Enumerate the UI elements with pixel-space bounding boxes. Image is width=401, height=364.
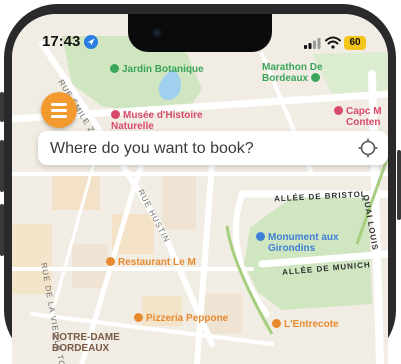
poi-musee-histoire-naturelle[interactable]: Musée d'Histoire Naturelle (111, 110, 203, 132)
phone-power-button (397, 150, 401, 220)
park-icon (310, 73, 320, 82)
park-icon (110, 64, 119, 73)
locate-crosshair-icon[interactable] (358, 138, 378, 158)
hamburger-menu-icon-line (51, 109, 67, 112)
battery-icon: 60 (344, 36, 366, 50)
poi-capc-musee[interactable]: Capc M Conten (334, 106, 382, 128)
poi-lentrecote[interactable]: L'Entrecote (272, 319, 339, 330)
cellular-signal-icon (304, 38, 321, 49)
phone-volume-down-button (0, 204, 4, 256)
restaurant-icon (272, 319, 281, 328)
phone-side-button (0, 92, 4, 122)
museum-icon (334, 106, 343, 115)
monument-icon (256, 232, 265, 241)
search-bar[interactable]: Where do you want to book? (38, 131, 388, 165)
location-arrow-icon (84, 35, 98, 49)
museum-icon (111, 110, 120, 119)
wifi-icon (325, 36, 341, 49)
restaurant-icon (106, 257, 115, 266)
menu-button[interactable] (41, 92, 77, 128)
poi-marathon-bordeaux[interactable]: Marathon De Bordeaux (262, 62, 323, 84)
phone-volume-up-button (0, 140, 4, 192)
phone-screen: Jardin Botanique Musée d'Histoire Nature… (12, 14, 388, 364)
poi-jardin-botanique[interactable]: Jardin Botanique (110, 64, 204, 75)
search-input[interactable]: Where do you want to book? (50, 140, 254, 158)
hamburger-menu-icon-line (51, 115, 67, 118)
hamburger-menu-icon-line (51, 103, 67, 106)
poi-pizzeria-peppone[interactable]: Pizzeria Peppone (134, 313, 228, 324)
status-time: 17:43 (42, 33, 81, 50)
restaurant-icon (134, 313, 143, 322)
status-bar: 17:43 60 (12, 14, 388, 54)
poi-restaurant-le-m[interactable]: Restaurant Le M (106, 257, 196, 268)
poi-monument-aux-girondins[interactable]: Monument aux Girondins (256, 232, 339, 254)
